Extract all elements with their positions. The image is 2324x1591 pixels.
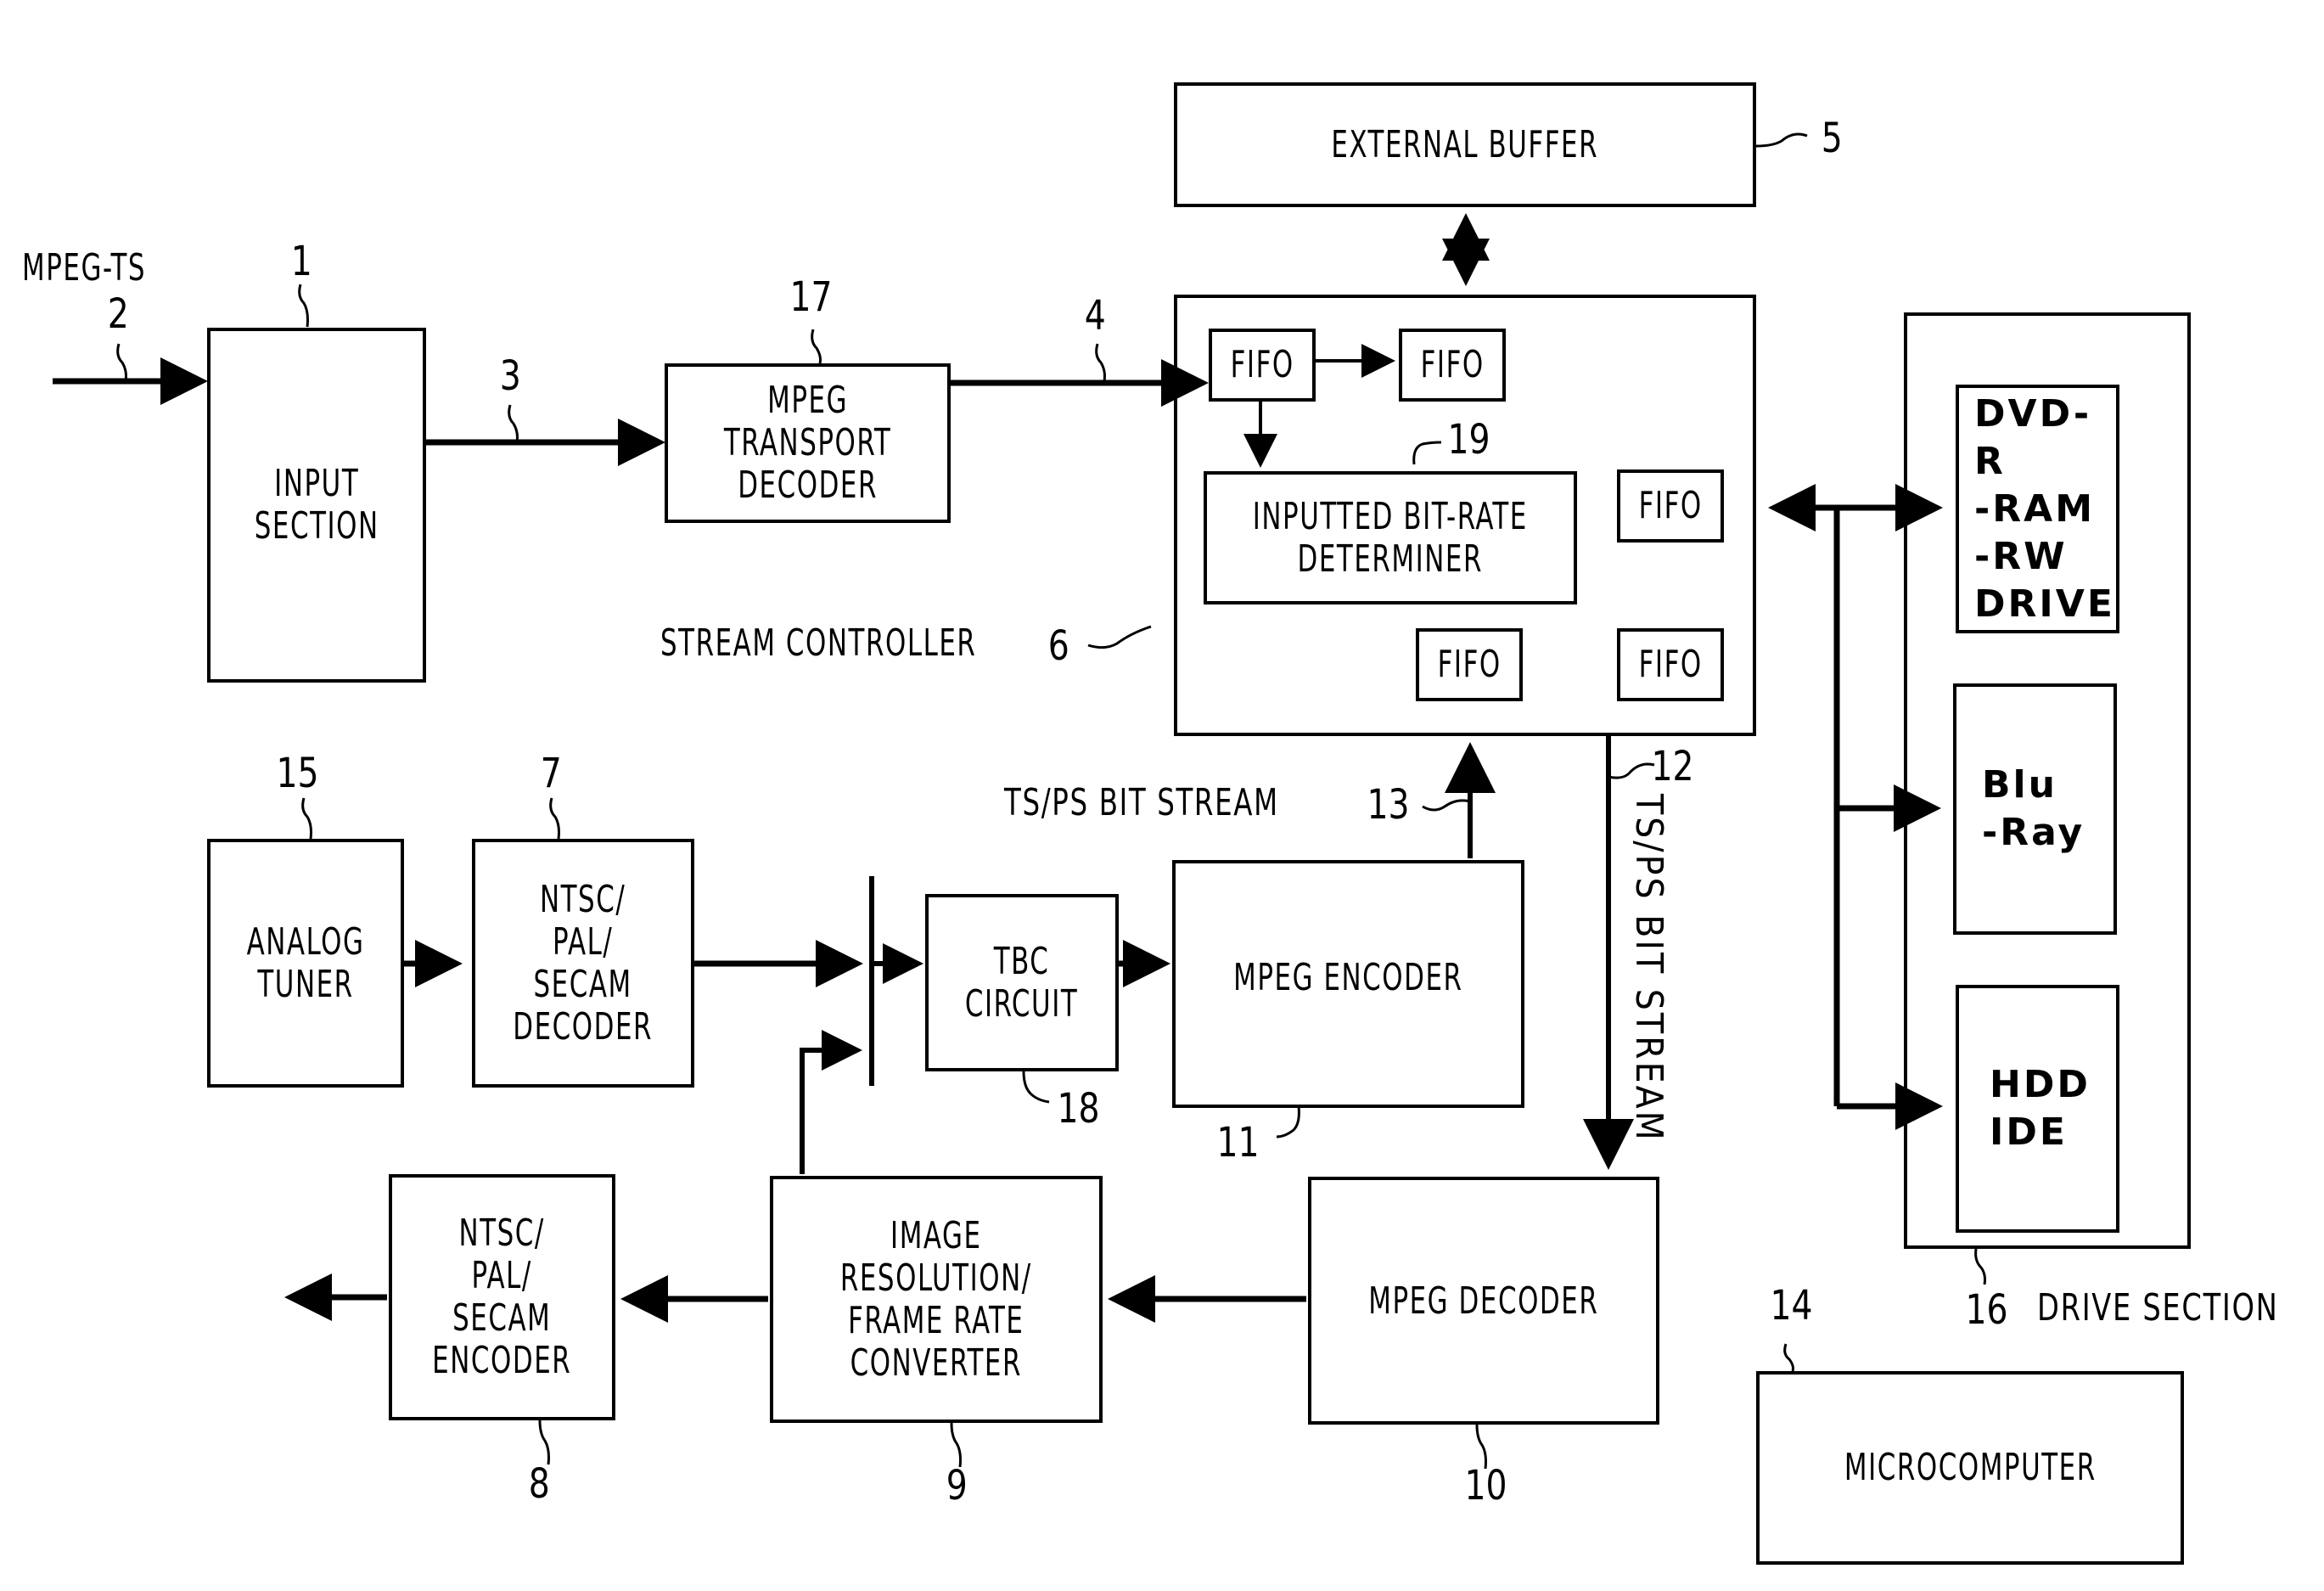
ref-8: 8 <box>528 1460 550 1508</box>
bluray-drive-block: Blu -Ray <box>1953 683 2117 935</box>
dvd-drive-label: DVD-R -RAM -RW DRIVE <box>1974 391 2115 626</box>
fifo-top-right: FIFO <box>1399 329 1506 402</box>
microcomputer-label: MICROCOMPUTER <box>1844 1446 2097 1489</box>
ntsc-encoder-block: NTSC/ PAL/ SECAM ENCODER <box>389 1174 615 1420</box>
leader-14 <box>1783 1343 1794 1372</box>
ntsc-encoder-label: NTSC/ PAL/ SECAM ENCODER <box>432 1212 572 1382</box>
leader-8 <box>538 1420 550 1465</box>
mpeg-ts-label: MPEG-TS <box>22 246 147 290</box>
leader-7 <box>549 797 560 840</box>
leader-16 <box>1974 1248 1986 1285</box>
ref-17: 17 <box>789 273 833 321</box>
ref-4: 4 <box>1084 292 1106 340</box>
ts-ps-bit-stream-12-label: TS/PS BIT STREAM <box>1627 794 1670 1143</box>
ref-11: 11 <box>1216 1119 1260 1167</box>
tbc-circuit-block: TBC CIRCUIT <box>925 894 1119 1071</box>
ref-18: 18 <box>1057 1085 1100 1133</box>
mpeg-decoder-block: MPEG DECODER <box>1308 1177 1659 1425</box>
fifo-right-middle: FIFO <box>1617 469 1724 543</box>
mpeg-decoder-label: MPEG DECODER <box>1368 1279 1599 1323</box>
dvd-drive-block: DVD-R -RAM -RW DRIVE <box>1956 385 2119 633</box>
leader-1 <box>298 284 309 328</box>
ref-16: 16 <box>1965 1286 2008 1334</box>
image-converter-block: IMAGE RESOLUTION/ FRAME RATE CONVERTER <box>770 1176 1103 1423</box>
leader-9 <box>950 1422 962 1468</box>
mpeg-transport-decoder-block: MPEG TRANSPORT DECODER <box>665 363 951 523</box>
fifo-bottom-right: FIFO <box>1617 628 1724 701</box>
image-converter-label: IMAGE RESOLUTION/ FRAME RATE CONVERTER <box>840 1213 1032 1385</box>
bitrate-determiner-block: INPUTTED BIT-RATE DETERMINER <box>1204 471 1577 604</box>
ref-5: 5 <box>1821 115 1843 162</box>
stream-controller-label: STREAM CONTROLLER <box>660 621 977 665</box>
ref-9: 9 <box>946 1462 968 1509</box>
analog-tuner-block: ANALOG TUNER <box>207 839 404 1088</box>
leader-4 <box>1095 343 1106 382</box>
leader-11 <box>1276 1105 1300 1138</box>
tbc-circuit-label: TBC CIRCUIT <box>965 939 1079 1026</box>
leader-3 <box>508 404 519 443</box>
leader-18 <box>1022 1071 1050 1104</box>
leader-6 <box>1087 625 1152 649</box>
bitrate-determiner-label: INPUTTED BIT-RATE DETERMINER <box>1252 494 1529 581</box>
ref-12: 12 <box>1651 743 1694 790</box>
external-buffer-block: EXTERNAL BUFFER <box>1174 82 1756 207</box>
mpeg-encoder-block: MPEG ENCODER <box>1172 860 1524 1108</box>
ref-14: 14 <box>1770 1282 1813 1330</box>
ntsc-decoder-label: NTSC/ PAL/ SECAM DECODER <box>513 877 654 1048</box>
leader-5 <box>1755 132 1808 148</box>
fifo-label: FIFO <box>1420 343 1485 386</box>
fifo-label: FIFO <box>1638 643 1703 686</box>
ref-13: 13 <box>1367 781 1410 829</box>
bluray-drive-label: Blu -Ray <box>1982 763 2085 854</box>
leader-15 <box>301 797 312 840</box>
leader-2 <box>116 343 127 382</box>
leader-12 <box>1608 762 1655 779</box>
hdd-label: HDD IDE <box>1990 1063 2091 1154</box>
ref-2: 2 <box>107 290 129 338</box>
ref-3: 3 <box>499 352 521 400</box>
input-section-block: INPUT SECTION <box>207 328 426 683</box>
fifo-label: FIFO <box>1638 484 1703 527</box>
external-buffer-label: EXTERNAL BUFFER <box>1331 122 1599 166</box>
leader-17 <box>811 329 822 364</box>
ref-15: 15 <box>276 750 319 797</box>
ts-ps-bit-stream-13-label: TS/PS BIT STREAM <box>1004 781 1279 824</box>
ref-1: 1 <box>290 238 312 285</box>
input-section-label: INPUT SECTION <box>254 462 379 548</box>
drive-section-label: DRIVE SECTION <box>2037 1286 2279 1330</box>
mpeg-encoder-label: MPEG ENCODER <box>1233 956 1463 999</box>
ntsc-decoder-block: NTSC/ PAL/ SECAM DECODER <box>472 839 694 1088</box>
fifo-label: FIFO <box>1437 643 1502 686</box>
fifo-label: FIFO <box>1230 343 1294 386</box>
mpeg-transport-decoder-label: MPEG TRANSPORT DECODER <box>723 379 892 507</box>
ref-7: 7 <box>540 750 562 797</box>
analog-tuner-label: ANALOG TUNER <box>246 919 365 1006</box>
fifo-input: FIFO <box>1209 329 1316 402</box>
ref-19: 19 <box>1447 416 1490 464</box>
microcomputer-block: MICROCOMPUTER <box>1756 1371 2184 1565</box>
ref-10: 10 <box>1464 1462 1507 1509</box>
hdd-block: HDD IDE <box>1956 985 2119 1233</box>
leader-13 <box>1422 799 1471 812</box>
arrow-converter-to-switch <box>800 1030 862 1174</box>
fifo-bottom-middle: FIFO <box>1416 628 1523 701</box>
ref-6: 6 <box>1047 622 1069 670</box>
